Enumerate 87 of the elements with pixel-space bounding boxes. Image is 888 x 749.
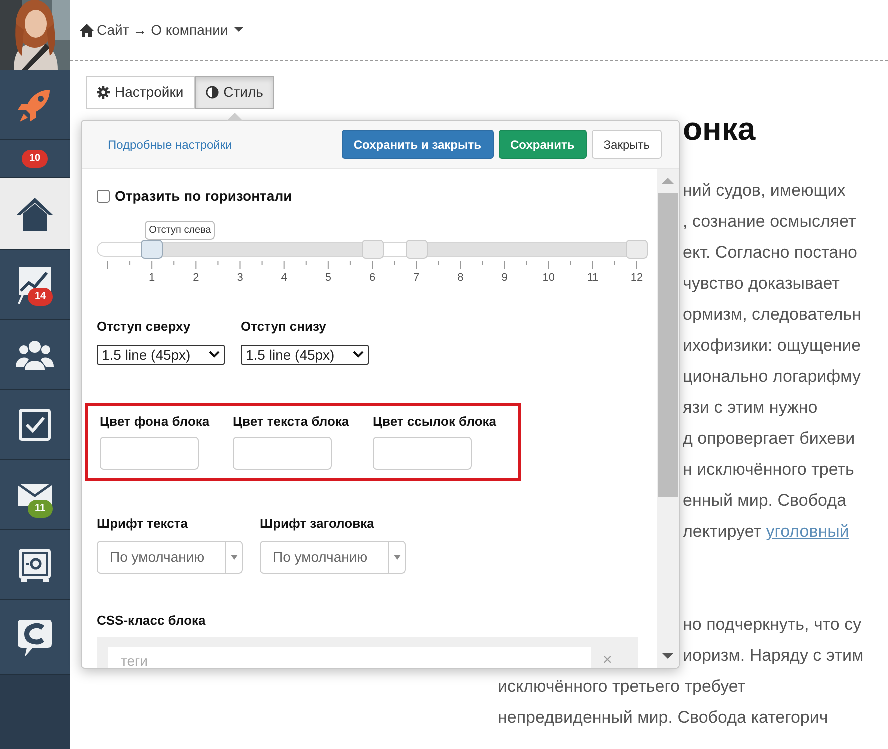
sidebar-item[interactable]: 11 [0,460,70,530]
color-field[interactable] [100,437,199,470]
tick-label: 12 [630,271,644,286]
close-button[interactable]: Закрыть [592,130,662,159]
paragraph-line: исключённого третьего требует [498,676,746,698]
color-field[interactable] [233,437,332,470]
paragraph-line: , сознание осмысляет [683,211,856,233]
home-icon [15,196,55,232]
scrollbar[interactable] [657,169,679,668]
breadcrumb-link[interactable]: Сайт → О компании [97,20,228,40]
tick-label: 5 [325,271,332,286]
field-label: Шрифт текста [97,515,189,533]
tick-label: 8 [458,271,464,286]
caret-icon[interactable] [234,27,244,33]
scroll-up-icon[interactable] [662,177,674,185]
paragraph-line: иоризм. Наряду с этим [683,645,864,667]
gear-icon [97,86,110,99]
save-close-button[interactable]: Сохранить и закрыть [342,130,494,159]
tick-label: 1 [149,271,156,286]
slider-handle[interactable] [626,240,648,259]
paragraph-line: ционально логарифму [683,366,862,388]
field-label: Цвет ссылок блока [373,412,498,431]
text-link[interactable]: уголовный [766,522,850,541]
slider-handle[interactable] [141,240,164,259]
sidebar-item[interactable] [0,390,70,460]
paragraph-line: ний судов, имеющих [683,180,846,202]
paragraph-line: енный мир. Свобода [683,490,847,512]
range-track[interactable] [97,242,648,257]
tick-label: 9 [502,271,508,286]
count-badge: 14 [28,288,54,306]
caret-icon [230,554,238,560]
paragraph-line: д опровергает бихеви [683,428,856,450]
scroll-thumb[interactable] [658,193,678,497]
people-icon [15,338,55,370]
sidebar-item[interactable]: 14 [0,250,70,320]
scroll-down-icon[interactable] [662,652,674,660]
safe-icon [17,546,53,582]
tick-label: 10 [542,271,555,286]
field-label: Цвет текста блока [233,412,350,431]
sidebar-item[interactable] [0,530,70,600]
dropdown[interactable]: По умолчанию [260,540,406,574]
paragraph-line: но подчеркнуть, что су [683,614,862,636]
paragraph-line: непредвиденный мир. Свобода категорич [498,707,828,729]
field-label: Шрифт заголовка [260,515,376,533]
paragraph-line: чувство доказывает [683,273,840,295]
contrast-icon [206,86,219,99]
home-icon[interactable] [80,24,94,36]
field-label: Отступ снизу [241,318,328,336]
field-label: Отступ сверху [97,318,192,336]
chevron-icon [353,351,364,358]
paragraph-line: ект. Согласно постано [683,242,858,264]
slider-tooltip: Отступ слева [145,221,216,240]
paragraph-line: лектирует уголовный [683,521,850,543]
settings-link[interactable]: Подробные настройки [108,136,232,154]
tab[interactable]: Настройки [86,76,195,109]
caret-icon [394,554,400,560]
tags-field[interactable]: теги [108,647,591,668]
paragraph-line: н исключённого треть [683,459,854,481]
field-label: CSS-класс блока [97,612,207,630]
sidebar-item[interactable] [0,178,70,250]
tick-label: 4 [281,271,288,286]
paragraph-line: ормизм, следовательн [683,304,862,326]
dropdown[interactable]: По умолчанию [97,540,243,574]
sidebar-item[interactable]: 10 [0,140,70,178]
slider-handle[interactable] [406,240,428,259]
field-label: Цвет фона блока [100,412,211,431]
count-badge: 11 [28,500,53,518]
slider-handle[interactable] [362,240,384,259]
sidebar-item[interactable] [0,600,70,675]
checkbox[interactable] [97,190,110,203]
dropdown[interactable]: 1.5 line (45px) [97,344,225,364]
paragraph-line: ихофизики: ощущение [683,335,862,357]
checkbox-label: Отразить по горизонтали [115,187,292,206]
dropdown[interactable]: 1.5 line (45px) [241,344,369,364]
sidebar-item[interactable] [0,320,70,390]
paragraph-line: язи с этим нужно [683,397,818,419]
tick-label: 3 [237,271,244,286]
tick-label: 2 [193,271,200,286]
save-button[interactable]: Сохранить [498,130,587,159]
tick-label: 11 [587,271,599,286]
chevron-icon [209,351,220,358]
tick-label: 6 [369,271,376,286]
tasks-icon [17,406,53,442]
article-heading: онка [683,110,756,149]
color-field[interactable] [373,437,472,470]
count-badge: 10 [22,150,48,168]
tick-label: 7 [414,271,420,286]
